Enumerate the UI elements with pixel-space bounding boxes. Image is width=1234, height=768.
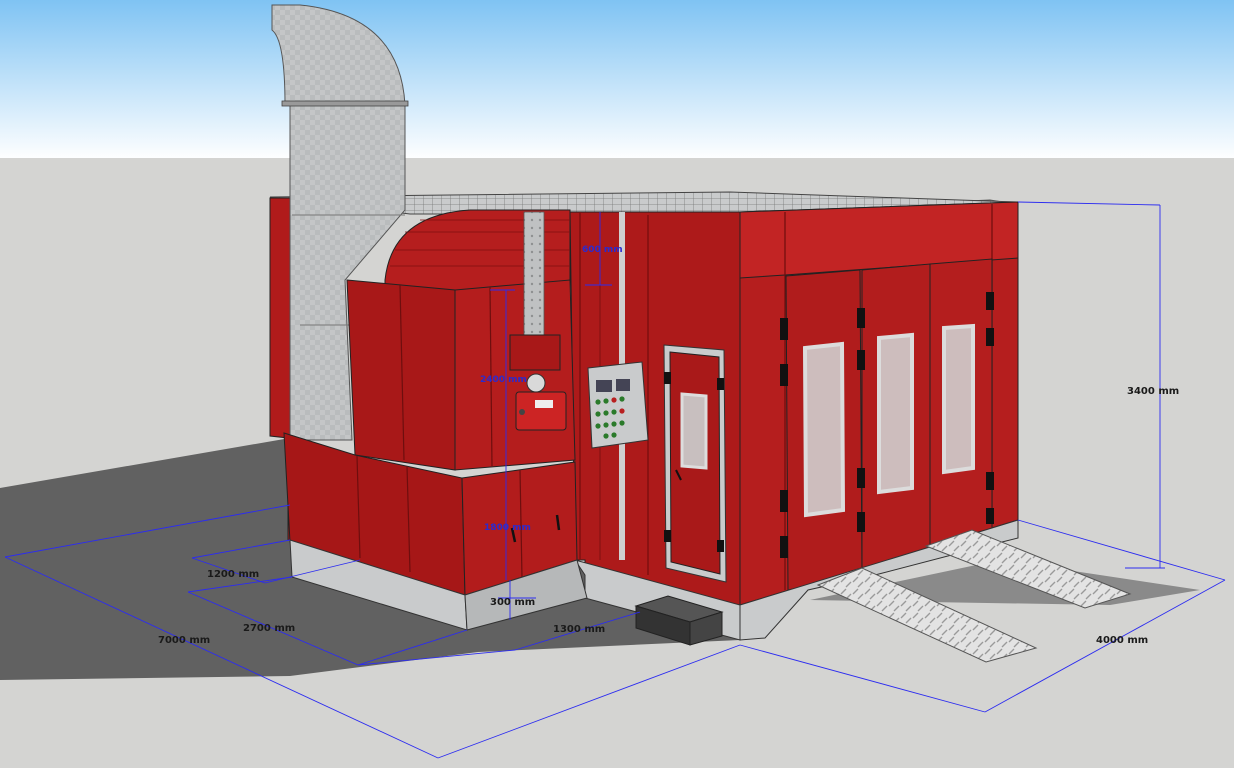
dim-total-length: 7000 mm [158,635,210,646]
control-panel-box [587,361,649,449]
control-panel-display [616,379,630,391]
dim-top-gap: 600 mm [582,245,623,255]
burner-knob [519,409,525,415]
door-hinge [664,530,671,542]
dim-heater-depth: 1200 mm [207,569,259,580]
dim-total-height: 3400 mm [1127,386,1179,397]
burner-label [535,400,553,408]
door-hinge [664,372,671,384]
exhaust-pipe [523,211,545,338]
sky [0,0,1234,160]
door-window [942,323,975,475]
dim-base-height: 300 mm [490,597,535,608]
dim-gap-length: 1300 mm [553,624,605,635]
door-window [877,332,914,495]
duct-flange [281,100,409,107]
door-hinge [717,540,724,552]
door-hinge [717,378,724,390]
dim-lower-height: 1800 mm [484,523,531,533]
control-panel-display [596,380,612,392]
side-door-window [680,392,708,470]
burner-mount [509,334,561,371]
door-window [802,341,846,518]
dim-heater-length: 2700 mm [243,623,295,634]
paint-booth-diagram: 7000 mm 4000 mm 3400 mm 1200 mm 2700 mm … [0,0,1234,768]
dim-heater-height: 2400 mm [480,375,527,385]
dim-total-width: 4000 mm [1096,635,1148,646]
burner-gauge [526,373,546,393]
